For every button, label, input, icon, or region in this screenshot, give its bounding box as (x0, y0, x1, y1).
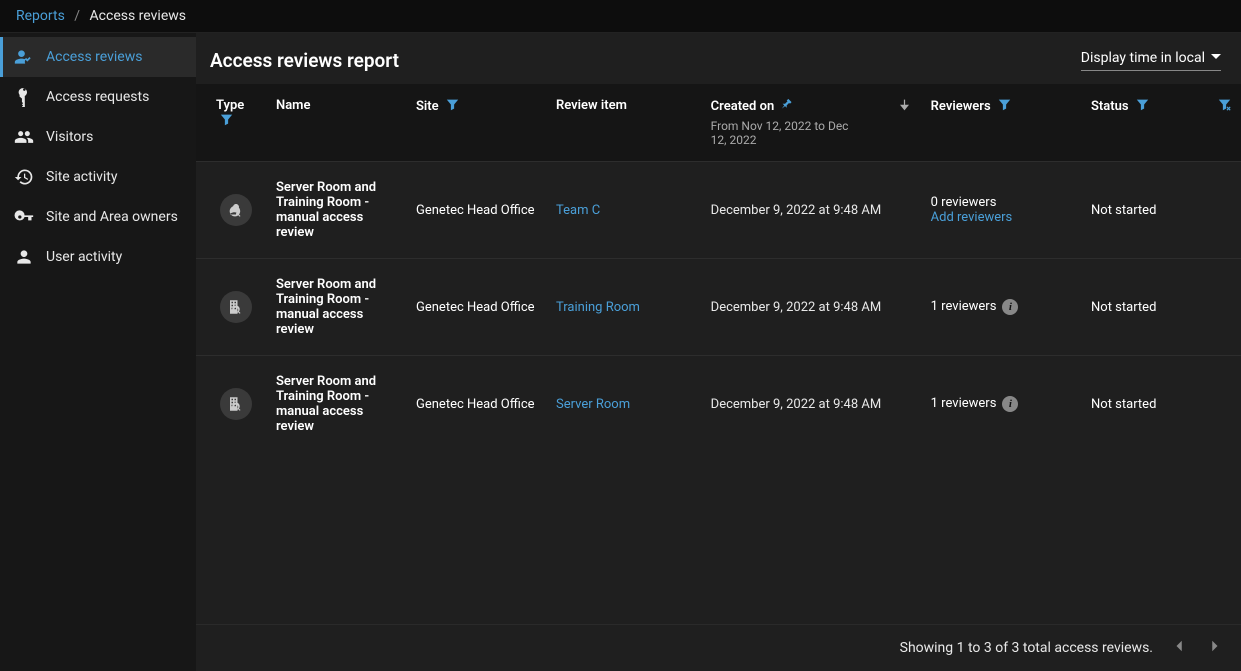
review-item-link[interactable]: Team C (556, 203, 600, 218)
row-site: Genetec Head Office (406, 356, 546, 453)
col-created-range: From Nov 12, 2022 to Dec 12, 2022 (711, 119, 861, 147)
pin-icon[interactable] (781, 100, 794, 115)
col-site-label: Site (416, 99, 439, 114)
sidebar-item-site-area-owners[interactable]: Site and Area owners (0, 197, 196, 237)
person-check-icon (14, 47, 34, 67)
col-reviewers[interactable]: Reviewers (921, 84, 1081, 162)
row-status: Not started (1081, 356, 1241, 453)
main: Access reviews report Display time in lo… (196, 33, 1241, 671)
sidebar-item-visitors[interactable]: Visitors (0, 117, 196, 157)
key-icon (14, 87, 34, 107)
table-row[interactable]: Server Room and Training Room - manual a… (196, 259, 1241, 356)
filter-icon[interactable] (446, 100, 459, 115)
user-activity-icon (14, 247, 34, 267)
sidebar-item-access-reviews[interactable]: Access reviews (0, 37, 196, 77)
col-created[interactable]: Created on From Nov 12, 2022 to Dec 12, … (701, 84, 921, 162)
row-status: Not started (1081, 259, 1241, 356)
time-toggle-label: Display time in local (1081, 50, 1205, 66)
row-status: Not started (1081, 162, 1241, 259)
key2-icon (14, 207, 34, 227)
table-footer: Showing 1 to 3 of 3 total access reviews… (196, 624, 1241, 671)
add-reviewers-link[interactable]: Add reviewers (931, 210, 1071, 225)
col-status-label: Status (1091, 99, 1129, 114)
row-created: December 9, 2022 at 9:48 AM (701, 356, 921, 453)
reviews-table: Type Name Site Review item Created on (196, 84, 1241, 452)
breadcrumb-root[interactable]: Reports (16, 8, 65, 24)
col-type-label: Type (216, 98, 244, 113)
sidebar-item-label: Access reviews (46, 49, 142, 65)
col-review-item[interactable]: Review item (546, 84, 701, 162)
time-display-toggle[interactable]: Display time in local (1081, 50, 1221, 71)
review-item-link[interactable]: Training Room (556, 300, 640, 315)
people-icon (14, 127, 34, 147)
row-created: December 9, 2022 at 9:48 AM (701, 162, 921, 259)
sidebar: Access reviews Access requests Visitors … (0, 33, 196, 671)
sidebar-item-label: Visitors (46, 129, 93, 145)
reviewers-count: 0 reviewers (931, 195, 1071, 210)
row-name: Server Room and Training Room - manual a… (266, 162, 406, 259)
chevron-down-icon (1211, 50, 1221, 66)
info-icon[interactable]: i (1002, 299, 1018, 315)
sidebar-item-label: Site and Area owners (46, 209, 178, 225)
page-title: Access reviews report (210, 49, 399, 72)
row-type-icon (220, 291, 252, 323)
page-prev[interactable] (1173, 639, 1187, 657)
sidebar-item-label: Access requests (46, 89, 149, 105)
footer-summary: Showing 1 to 3 of 3 total access reviews… (900, 640, 1153, 656)
row-site: Genetec Head Office (406, 162, 546, 259)
col-review-item-label: Review item (556, 98, 627, 113)
col-reviewers-label: Reviewers (931, 99, 991, 114)
table-row[interactable]: Server Room and Training Room - manual a… (196, 162, 1241, 259)
review-item-link[interactable]: Server Room (556, 397, 630, 412)
sidebar-item-label: Site activity (46, 169, 118, 185)
col-name[interactable]: Name (266, 84, 406, 162)
sidebar-item-access-requests[interactable]: Access requests (0, 77, 196, 117)
row-type-icon (220, 388, 252, 420)
table-row[interactable]: Server Room and Training Room - manual a… (196, 356, 1241, 453)
reviewers-count: 1 reviewers (931, 299, 997, 314)
breadcrumb: Reports / Access reviews (0, 0, 1241, 33)
clear-filters-icon[interactable] (1218, 98, 1231, 115)
row-type-icon (220, 194, 252, 226)
col-site[interactable]: Site (406, 84, 546, 162)
breadcrumb-current: Access reviews (90, 8, 186, 24)
sidebar-item-site-activity[interactable]: Site activity (0, 157, 196, 197)
sidebar-item-user-activity[interactable]: User activity (0, 237, 196, 277)
sidebar-item-label: User activity (46, 249, 122, 265)
info-icon[interactable]: i (1002, 396, 1018, 412)
breadcrumb-sep: / (74, 8, 80, 24)
filter-icon[interactable] (220, 115, 233, 130)
col-type[interactable]: Type (196, 84, 266, 162)
filter-icon[interactable] (998, 100, 1011, 115)
sort-desc-icon[interactable] (898, 98, 911, 115)
row-name: Server Room and Training Room - manual a… (266, 259, 406, 356)
reviewers-count: 1 reviewers (931, 396, 997, 411)
col-status[interactable]: Status (1081, 84, 1241, 162)
col-name-label: Name (276, 98, 310, 113)
history-icon (14, 167, 34, 187)
row-created: December 9, 2022 at 9:48 AM (701, 259, 921, 356)
row-site: Genetec Head Office (406, 259, 546, 356)
col-created-label: Created on (711, 99, 775, 114)
row-name: Server Room and Training Room - manual a… (266, 356, 406, 453)
page-next[interactable] (1207, 639, 1221, 657)
filter-icon[interactable] (1136, 100, 1149, 115)
